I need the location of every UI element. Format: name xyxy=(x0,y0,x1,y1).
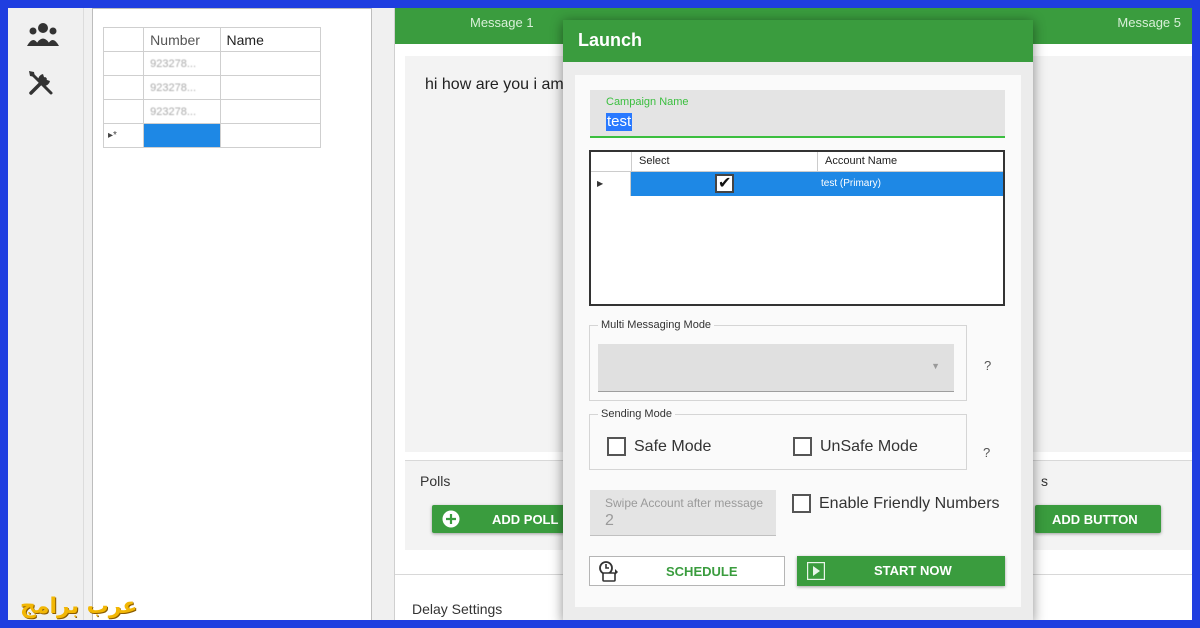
safe-mode-checkbox[interactable] xyxy=(607,437,626,456)
buttons-label-fragment: s xyxy=(1041,473,1048,489)
friendly-numbers-label[interactable]: Enable Friendly Numbers xyxy=(819,495,1000,513)
sending-mode-label: Sending Mode xyxy=(598,408,675,420)
accounts-grid-header: Select Account Name xyxy=(591,152,1003,172)
site-watermark: عرب برامج xyxy=(20,594,138,619)
launch-dialog: Launch Campaign Name test Select Account… xyxy=(563,20,1033,620)
tab-message-1[interactable]: Message 1 xyxy=(470,15,534,30)
start-now-label: START NOW xyxy=(874,563,952,578)
table-row[interactable]: 923278... xyxy=(102,51,322,76)
campaign-name-field[interactable]: Campaign Name test xyxy=(590,90,1005,138)
plus-circle-icon xyxy=(442,510,460,531)
table-row[interactable]: ▶ ✔ test (Primary) xyxy=(591,172,1003,196)
add-button-button[interactable]: ADD BUTTON xyxy=(1035,505,1161,533)
start-now-button[interactable]: START NOW xyxy=(797,556,1005,586)
number-cell[interactable]: 923278... xyxy=(143,99,221,124)
grid-header-row: Number Name xyxy=(102,27,322,52)
sending-mode-group: Sending Mode Safe Mode UnSafe Mode xyxy=(589,408,967,470)
add-poll-button[interactable]: ADD POLL xyxy=(432,505,572,533)
table-row[interactable]: 923278... xyxy=(102,99,322,124)
select-column-header[interactable]: Select xyxy=(639,155,670,167)
row-header[interactable] xyxy=(102,51,145,76)
add-poll-label: ADD POLL xyxy=(492,512,559,527)
schedule-button[interactable]: SCHEDULE xyxy=(589,556,785,586)
number-cell[interactable]: 923278... xyxy=(143,51,221,76)
swipe-account-field[interactable]: Swipe Account after message 2 xyxy=(590,490,776,536)
account-name-cell[interactable]: test (Primary) xyxy=(821,178,881,189)
name-cell[interactable] xyxy=(219,51,322,76)
name-cell[interactable] xyxy=(219,123,322,148)
play-icon xyxy=(806,561,826,583)
tab-message-5[interactable]: Message 5 xyxy=(1117,15,1181,30)
unsafe-mode-checkbox[interactable] xyxy=(793,437,812,456)
dialog-body: Campaign Name test Select Account Name ▶… xyxy=(575,75,1021,607)
name-column-header[interactable]: Name xyxy=(219,27,322,52)
tools-icon[interactable] xyxy=(26,68,60,98)
accounts-grid: Select Account Name ▶ ✔ test (Primary) xyxy=(589,150,1005,306)
name-cell[interactable] xyxy=(219,99,322,124)
multi-messaging-select[interactable]: ▼ xyxy=(598,344,954,392)
contacts-grid: Number Name 923278... 923278... 923278..… xyxy=(102,27,322,148)
campaign-name-label: Campaign Name xyxy=(606,96,689,108)
selected-number-cell[interactable] xyxy=(143,123,221,148)
multi-mode-help[interactable]: ? xyxy=(984,358,991,373)
dialog-header: Launch xyxy=(563,20,1033,62)
campaign-name-value[interactable]: test xyxy=(606,113,633,131)
polls-label: Polls xyxy=(420,473,451,489)
safe-mode-label[interactable]: Safe Mode xyxy=(634,438,711,456)
multi-messaging-group: Multi Messaging Mode ▼ xyxy=(589,319,967,401)
account-select-checkbox[interactable]: ✔ xyxy=(715,174,734,193)
chevron-down-icon: ▼ xyxy=(931,361,940,371)
delay-settings-label: Delay Settings xyxy=(412,601,503,617)
message-text[interactable]: hi how are you i am xyxy=(425,76,564,94)
new-row[interactable]: ▸* xyxy=(102,123,322,148)
unsafe-mode-label[interactable]: UnSafe Mode xyxy=(820,438,918,456)
swipe-account-value[interactable]: 2 xyxy=(605,512,614,530)
swipe-account-label: Swipe Account after message xyxy=(605,496,764,510)
add-button-label: ADD BUTTON xyxy=(1052,512,1138,527)
name-cell[interactable] xyxy=(219,75,322,100)
schedule-label: SCHEDULE xyxy=(666,564,738,579)
clock-icon xyxy=(598,560,620,585)
contacts-panel: Number Name 923278... 923278... 923278..… xyxy=(92,8,372,620)
row-header[interactable] xyxy=(102,99,145,124)
app-frame: Number Name 923278... 923278... 923278..… xyxy=(0,0,1200,628)
dialog-title: Launch xyxy=(578,30,643,50)
new-row-marker[interactable]: ▸* xyxy=(102,123,145,148)
friendly-numbers-checkbox[interactable] xyxy=(792,494,811,513)
grid-corner-header xyxy=(102,27,145,52)
icon-sidebar xyxy=(8,8,84,620)
table-row[interactable]: 923278... xyxy=(102,75,322,100)
row-header[interactable] xyxy=(102,75,145,100)
row-arrow-icon: ▶ xyxy=(591,172,631,196)
checkmark-icon: ✔ xyxy=(718,175,732,192)
users-icon[interactable] xyxy=(26,20,60,50)
number-cell[interactable]: 923278... xyxy=(143,75,221,100)
sending-mode-help[interactable]: ? xyxy=(983,445,990,460)
account-name-column-header[interactable]: Account Name xyxy=(825,155,897,167)
multi-messaging-label: Multi Messaging Mode xyxy=(598,319,715,331)
number-column-header[interactable]: Number xyxy=(143,27,221,52)
